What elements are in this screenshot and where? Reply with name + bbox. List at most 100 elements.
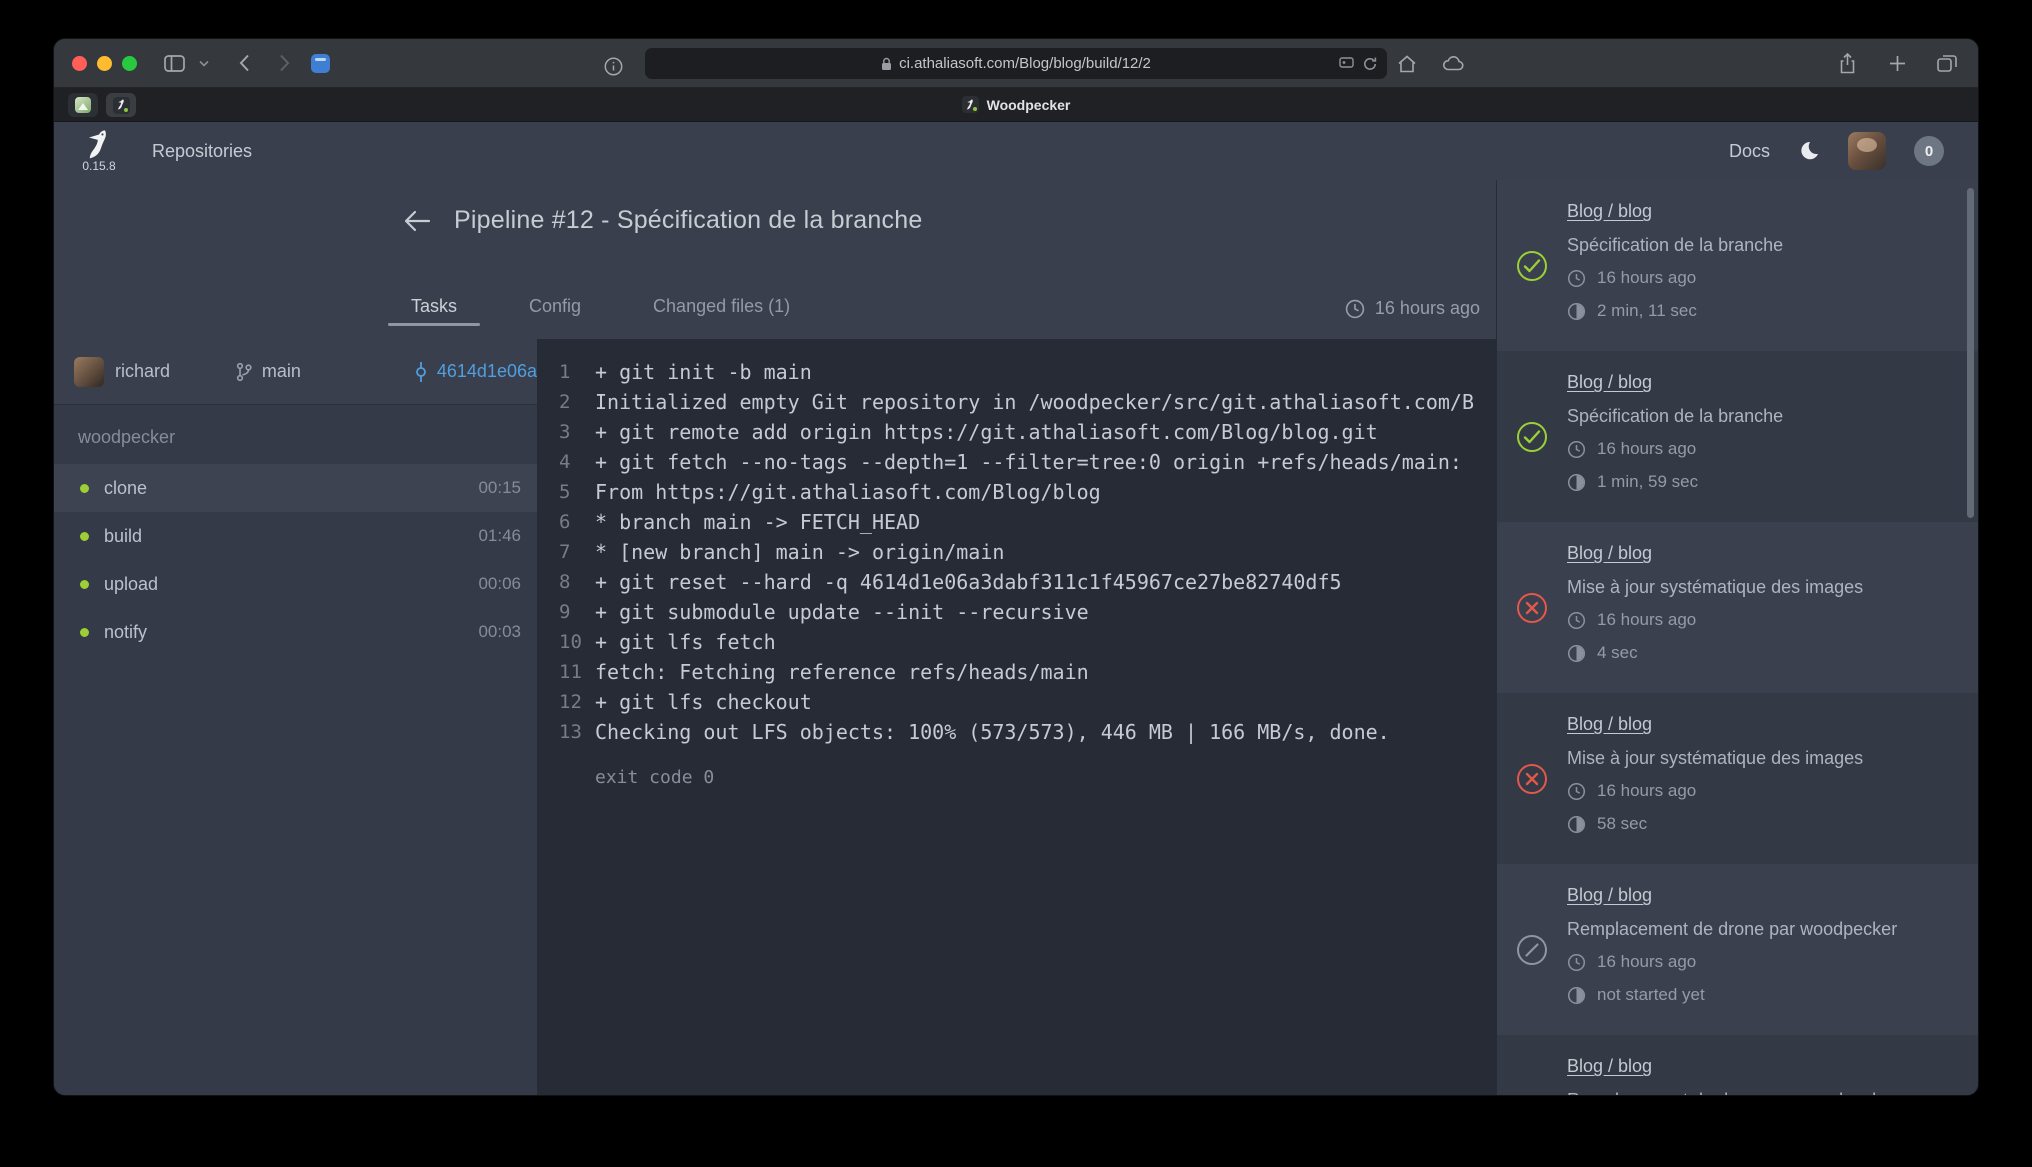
repo-link[interactable]: Blog / blog bbox=[1567, 200, 1652, 222]
build-card[interactable]: Blog / blog Spécification de la branche … bbox=[1497, 180, 1978, 351]
pipeline-tab[interactable]: Tasks bbox=[386, 296, 482, 339]
back-button[interactable] bbox=[402, 208, 432, 234]
author-name: richard bbox=[115, 361, 170, 382]
log-line: 3 + git remote add origin https://git.at… bbox=[559, 417, 1496, 447]
extension-icon[interactable] bbox=[311, 54, 330, 73]
pipeline-tab[interactable]: Config bbox=[504, 296, 606, 339]
sidebar-scrollbar[interactable] bbox=[1967, 188, 1974, 518]
forward-icon[interactable] bbox=[271, 50, 297, 76]
back-arrow-icon bbox=[402, 208, 432, 234]
log-line-number: 12 bbox=[559, 687, 595, 717]
build-card[interactable]: Blog / blog Mise à jour systématique des… bbox=[1497, 693, 1978, 864]
log-line: 12 + git lfs checkout bbox=[559, 687, 1496, 717]
woodpecker-logo[interactable]: 0.15.8 bbox=[82, 129, 116, 173]
log-line-text: + git submodule update --init --recursiv… bbox=[595, 597, 1089, 627]
back-icon[interactable] bbox=[231, 50, 257, 76]
build-message: Mise à jour systématique des images bbox=[1567, 747, 1962, 769]
zoom-window-button[interactable] bbox=[122, 56, 137, 71]
notifications-badge[interactable]: 0 bbox=[1914, 136, 1944, 166]
moon-icon bbox=[1798, 140, 1820, 162]
repo-link[interactable]: Blog / blog bbox=[1567, 1055, 1652, 1077]
pipeline-tab[interactable]: Changed files (1) bbox=[628, 296, 815, 339]
build-duration: 4 sec bbox=[1597, 642, 1638, 664]
build-message: Remplacement de drone par woodpecker bbox=[1567, 1089, 1962, 1095]
woodpecker-favicon bbox=[113, 97, 130, 114]
active-tab[interactable]: Woodpecker bbox=[962, 96, 1071, 113]
step-row[interactable]: build 01:46 bbox=[54, 512, 537, 560]
nav-repositories[interactable]: Repositories bbox=[152, 141, 252, 162]
new-tab-icon[interactable] bbox=[1884, 50, 1910, 76]
build-status-icon bbox=[1517, 251, 1547, 281]
step-status-dot bbox=[80, 532, 89, 541]
branch-icon bbox=[235, 362, 253, 382]
pinned-tab-1[interactable] bbox=[68, 93, 98, 117]
build-duration-row: 58 sec bbox=[1567, 813, 1962, 835]
build-card[interactable]: Blog / blog Remplacement de drone par wo… bbox=[1497, 1035, 1978, 1095]
log-panel[interactable]: 1 + git init -b main 2 Initialized empty… bbox=[537, 339, 1496, 1095]
step-duration: 01:46 bbox=[478, 526, 521, 546]
build-card[interactable]: Blog / blog Spécification de la branche … bbox=[1497, 351, 1978, 522]
log-line-number: 3 bbox=[559, 417, 595, 447]
build-card[interactable]: Blog / blog Remplacement de drone par wo… bbox=[1497, 864, 1978, 1035]
duration-icon bbox=[1567, 302, 1586, 321]
sidebar-toggle-icon[interactable] bbox=[161, 50, 187, 76]
repo-link[interactable]: Blog / blog bbox=[1567, 713, 1652, 735]
build-message: Spécification de la branche bbox=[1567, 234, 1962, 256]
step-row[interactable]: clone 00:15 bbox=[54, 464, 537, 512]
content-blocker-icon[interactable] bbox=[1339, 56, 1354, 71]
tabs-overview-icon[interactable] bbox=[1934, 50, 1960, 76]
log-line: 8 + git reset --hard -q 4614d1e06a3dabf3… bbox=[559, 567, 1496, 597]
reload-icon[interactable] bbox=[1362, 56, 1378, 72]
close-window-button[interactable] bbox=[72, 56, 87, 71]
build-duration-row: 4 sec bbox=[1567, 642, 1962, 664]
build-time: 16 hours ago bbox=[1597, 267, 1696, 289]
pipeline-tabs: Tasks Config Changed files (1) bbox=[54, 296, 1496, 339]
cloud-icon[interactable] bbox=[1440, 51, 1466, 77]
build-time-row: 16 hours ago bbox=[1567, 951, 1962, 973]
pinned-tab-2[interactable] bbox=[106, 93, 136, 117]
step-duration: 00:15 bbox=[478, 478, 521, 498]
build-duration-row: 2 min, 11 sec bbox=[1567, 300, 1962, 322]
log-line-number: 6 bbox=[559, 507, 595, 537]
nav-docs[interactable]: Docs bbox=[1729, 141, 1770, 162]
step-group-label: woodpecker bbox=[54, 405, 537, 464]
log-line-number: 5 bbox=[559, 477, 595, 507]
log-line-number: 9 bbox=[559, 597, 595, 627]
log-line: 13 Checking out LFS objects: 100% (573/5… bbox=[559, 717, 1496, 747]
log-line-number: 2 bbox=[559, 387, 595, 417]
exit-code-label: exit code 0 bbox=[595, 767, 1496, 788]
build-meta-row: richard main bbox=[54, 339, 537, 405]
home-icon[interactable] bbox=[1394, 51, 1420, 77]
build-status-icon bbox=[1517, 935, 1547, 965]
log-line-number: 1 bbox=[559, 357, 595, 387]
build-time-row: 16 hours ago bbox=[1567, 780, 1962, 802]
address-bar[interactable]: ci.athaliasoft.com/Blog/blog/build/12/2 bbox=[645, 48, 1387, 79]
step-row[interactable]: upload 00:06 bbox=[54, 560, 537, 608]
log-line-text: + git lfs fetch bbox=[595, 627, 776, 657]
build-duration: 58 sec bbox=[1597, 813, 1647, 835]
share-icon[interactable] bbox=[1834, 50, 1860, 76]
time-ago-label: 16 hours ago bbox=[1375, 298, 1480, 319]
safari-toolbar: ci.athaliasoft.com/Blog/blog/build/12/2 bbox=[54, 39, 1978, 88]
build-duration-row: not started yet bbox=[1567, 984, 1962, 1006]
log-line-text: + git init -b main bbox=[595, 357, 812, 387]
minimize-window-button[interactable] bbox=[97, 56, 112, 71]
user-avatar[interactable] bbox=[1848, 132, 1886, 170]
woodpecker-bird-icon bbox=[82, 129, 116, 161]
build-card[interactable]: Blog / blog Mise à jour systématique des… bbox=[1497, 522, 1978, 693]
build-branch: main bbox=[235, 361, 413, 382]
builds-list: Blog / blog Spécification de la branche … bbox=[1497, 180, 1978, 1095]
log-line-text: + git reset --hard -q 4614d1e06a3dabf311… bbox=[595, 567, 1342, 597]
log-line-text: fetch: Fetching reference refs/heads/mai… bbox=[595, 657, 1089, 687]
repo-link[interactable]: Blog / blog bbox=[1567, 542, 1652, 564]
chevron-down-icon[interactable] bbox=[191, 50, 217, 76]
build-commit[interactable]: 4614d1e06a bbox=[413, 361, 537, 383]
log-lines: 1 + git init -b main 2 Initialized empty… bbox=[559, 357, 1496, 747]
log-line: 10 + git lfs fetch bbox=[559, 627, 1496, 657]
repo-link[interactable]: Blog / blog bbox=[1567, 371, 1652, 393]
duration-icon bbox=[1567, 473, 1586, 492]
info-icon[interactable] bbox=[600, 53, 626, 79]
dark-mode-toggle[interactable] bbox=[1798, 140, 1820, 162]
step-row[interactable]: notify 00:03 bbox=[54, 608, 537, 656]
repo-link[interactable]: Blog / blog bbox=[1567, 884, 1652, 906]
